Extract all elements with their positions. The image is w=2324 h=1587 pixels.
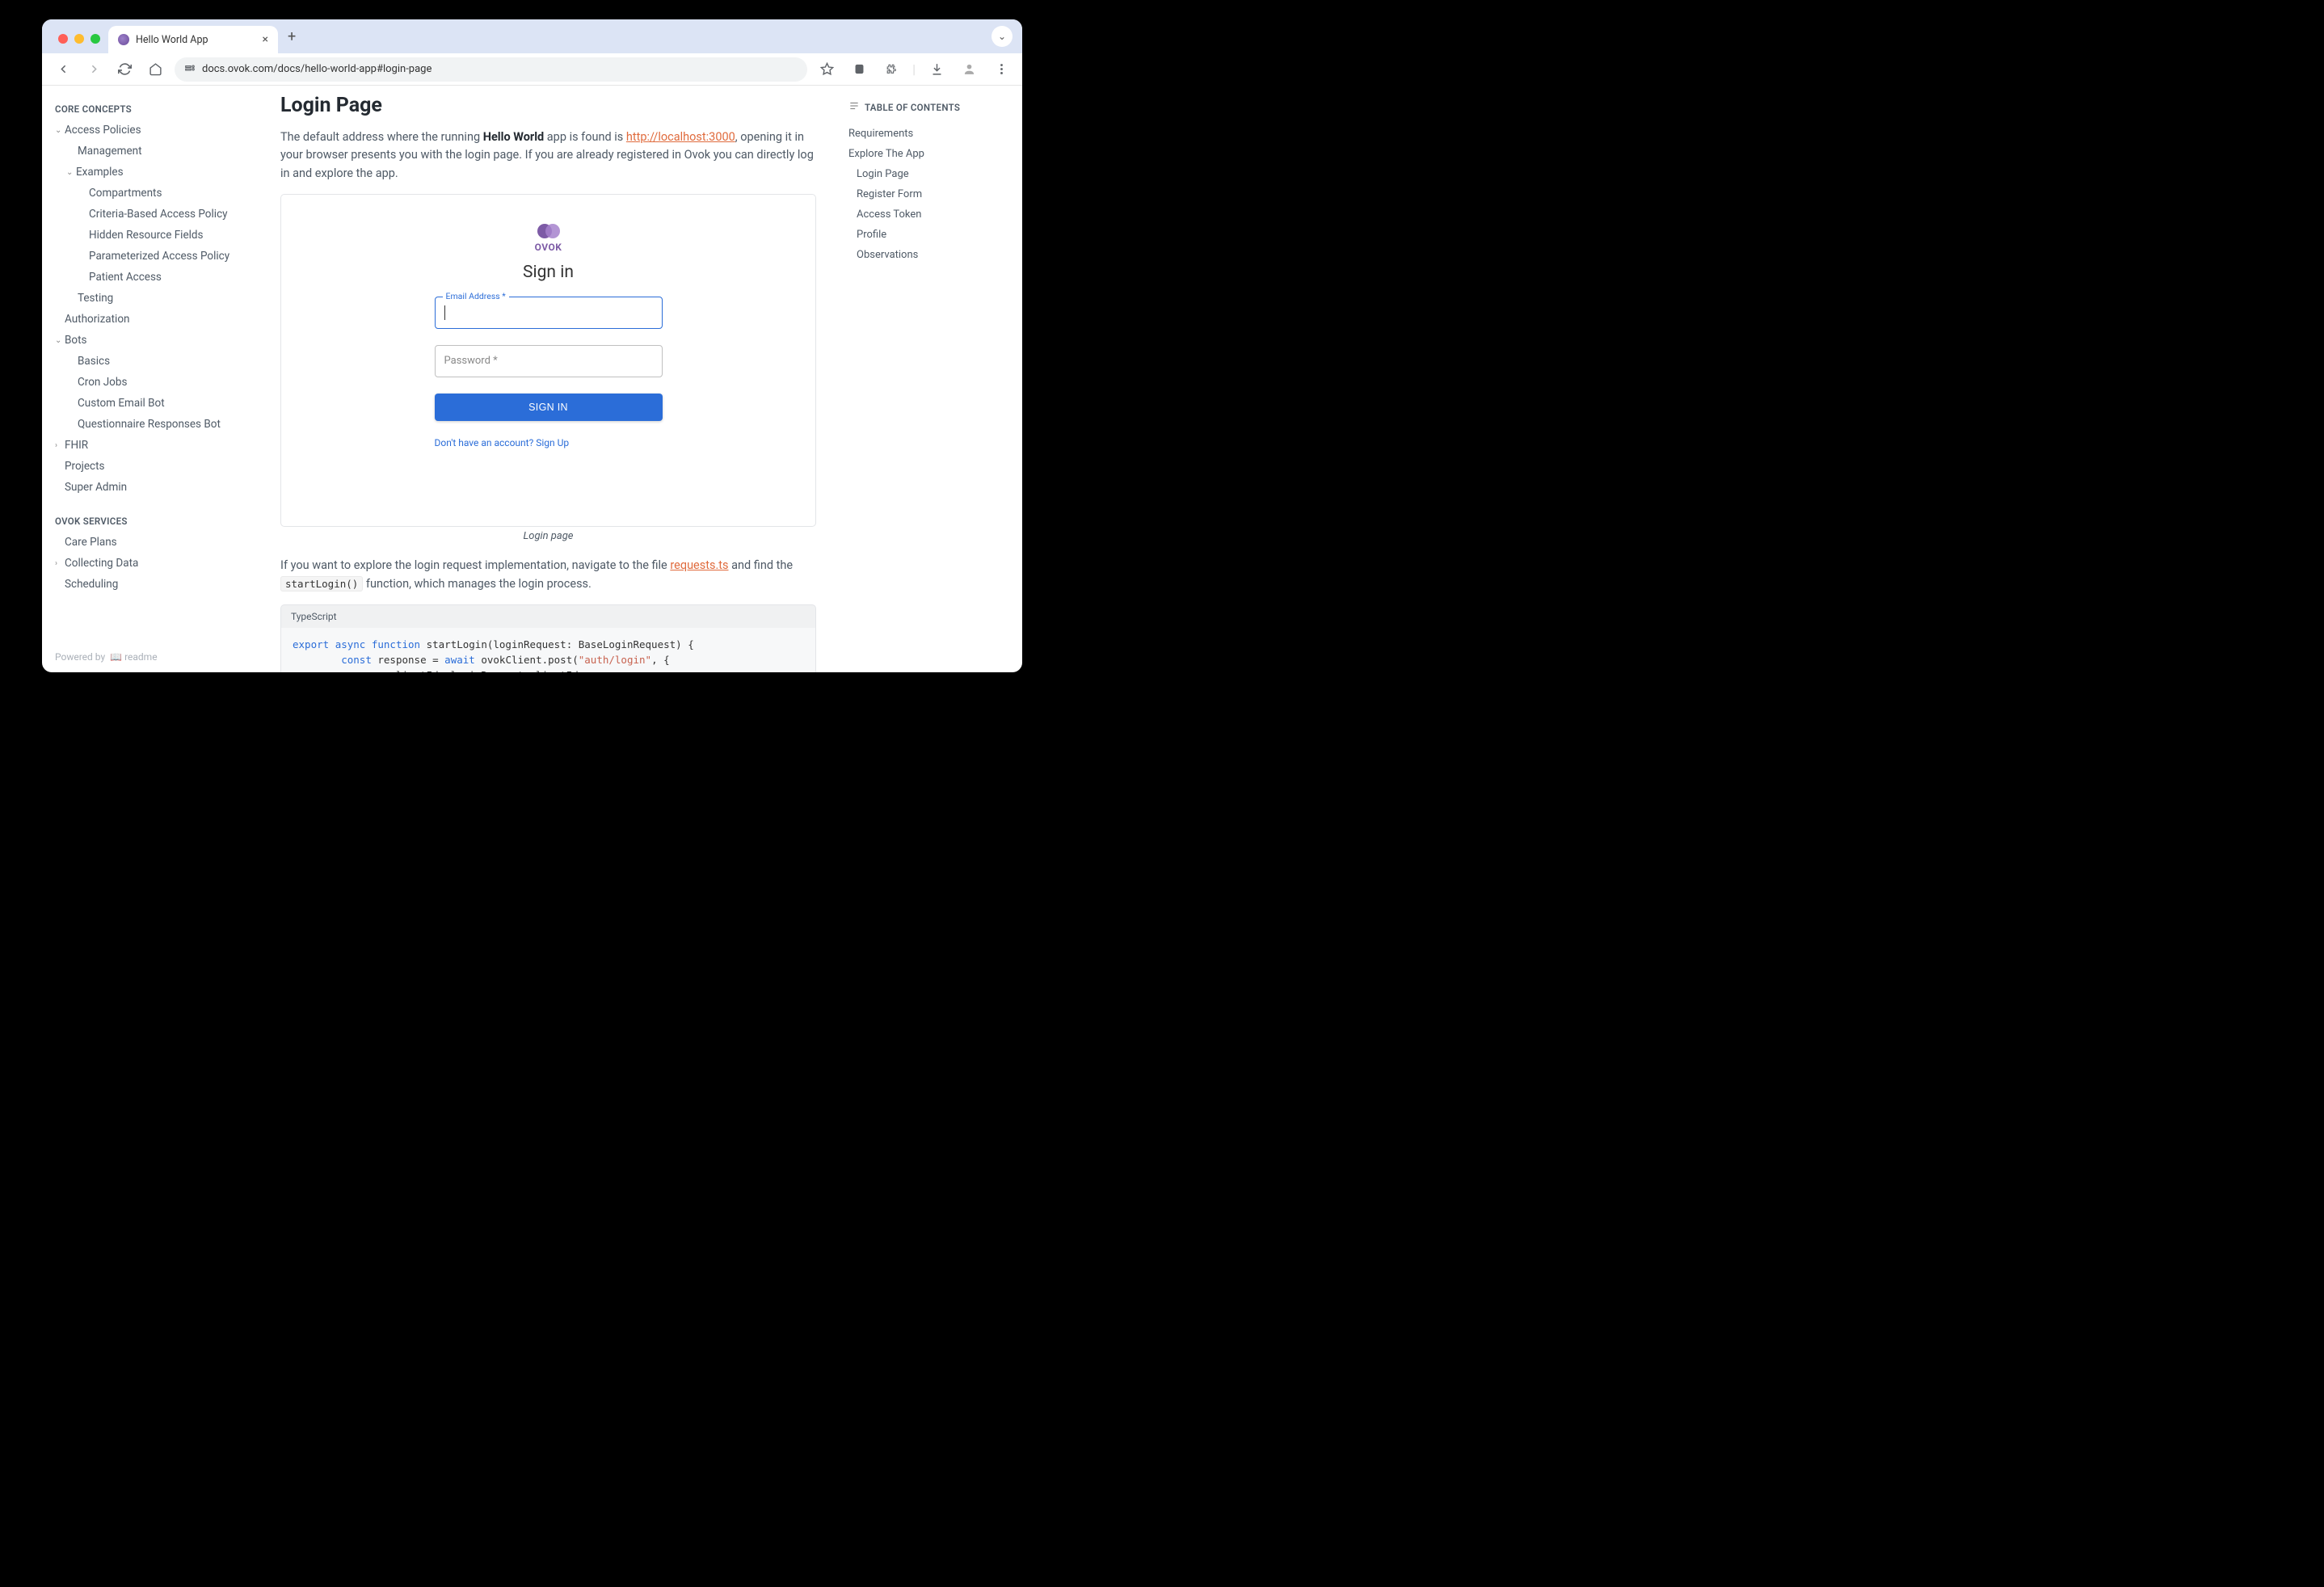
powered-by-footer[interactable]: Powered by 📖 readme — [55, 642, 256, 672]
sidebar-item-fhir[interactable]: ›FHIR — [55, 435, 256, 456]
inline-code-startlogin: startLogin() — [280, 576, 363, 591]
sidebar-item-bots[interactable]: ⌄Bots — [55, 330, 256, 351]
tab-overflow-button[interactable]: ⌄ — [991, 26, 1013, 47]
downloads-icon[interactable] — [925, 58, 948, 81]
toc-header: TABLE OF CONTENTS — [848, 100, 1009, 114]
password-placeholder: Password * — [444, 355, 498, 367]
toolbar-separator: | — [912, 61, 916, 77]
sidebar-item-super-admin[interactable]: Super Admin — [55, 477, 256, 498]
signin-title: Sign in — [523, 263, 574, 282]
chevron-down-icon: ⌄ — [55, 126, 63, 135]
sidebar-item-care-plans[interactable]: Care Plans — [55, 532, 256, 553]
localhost-link[interactable]: http://localhost:3000 — [626, 130, 735, 144]
back-button[interactable] — [52, 58, 74, 81]
text-cursor — [444, 305, 445, 320]
home-button[interactable] — [144, 58, 166, 81]
intro-paragraph: The default address where the running He… — [280, 128, 816, 183]
sidebar-item-criteria-based[interactable]: Criteria-Based Access Policy — [55, 204, 256, 225]
figure-caption: Login page — [280, 530, 816, 542]
tab-bar: Hello World App × + ⌄ — [42, 19, 1022, 53]
toc-item-requirements[interactable]: Requirements — [848, 124, 1009, 144]
toolbar-actions: | — [815, 58, 1013, 81]
site-info-icon[interactable] — [184, 62, 196, 76]
sidebar-item-management[interactable]: Management — [55, 141, 256, 162]
forward-button[interactable] — [82, 58, 105, 81]
sidebar-section-services: OVOK SERVICES — [55, 512, 256, 532]
signin-button[interactable]: SIGN IN — [435, 394, 663, 421]
browser-tab[interactable]: Hello World App × — [108, 26, 278, 53]
email-field[interactable]: Email Address * — [435, 297, 663, 329]
readme-logo: 📖 readme — [110, 651, 157, 663]
implementation-paragraph: If you want to explore the login request… — [280, 557, 816, 593]
chevron-down-icon: ⌄ — [55, 336, 63, 345]
maximize-window-button[interactable] — [91, 34, 100, 44]
window-controls — [52, 34, 108, 53]
signup-link[interactable]: Don't have an account? Sign Up — [435, 437, 663, 448]
sidebar: CORE CONCEPTS ⌄Access Policies Managemen… — [42, 86, 256, 672]
extensions-icon[interactable] — [880, 58, 903, 81]
requests-link[interactable]: requests.ts — [670, 558, 728, 572]
ovok-logo: OVOK — [535, 224, 562, 253]
bookmark-icon[interactable] — [815, 58, 838, 81]
tab-title: Hello World App — [136, 34, 208, 46]
code-block[interactable]: export async function startLogin(loginRe… — [280, 628, 816, 672]
toc-item-profile[interactable]: Profile — [848, 225, 1009, 245]
sidebar-item-questionnaire-bot[interactable]: Questionnaire Responses Bot — [55, 414, 256, 435]
sidebar-item-examples[interactable]: ⌄Examples — [55, 162, 256, 183]
close-window-button[interactable] — [58, 34, 68, 44]
toc-item-observations[interactable]: Observations — [848, 245, 1009, 265]
sidebar-item-scheduling[interactable]: Scheduling — [55, 574, 256, 595]
sidebar-item-collecting-data[interactable]: ›Collecting Data — [55, 553, 256, 574]
url-text: docs.ovok.com/docs/hello-world-app#login… — [202, 63, 432, 75]
sidebar-item-cron-jobs[interactable]: Cron Jobs — [55, 372, 256, 393]
sidebar-item-testing[interactable]: Testing — [55, 288, 256, 309]
page-content: CORE CONCEPTS ⌄Access Policies Managemen… — [42, 86, 1022, 672]
browser-window: Hello World App × + ⌄ docs.ovok.com/docs… — [42, 19, 1022, 672]
extension-icon-1[interactable] — [848, 58, 870, 81]
sidebar-item-access-policies[interactable]: ⌄Access Policies — [55, 120, 256, 141]
ovok-logo-icon — [537, 224, 560, 238]
tab-favicon — [118, 34, 129, 45]
sidebar-section-core: CORE CONCEPTS — [55, 100, 256, 120]
password-field[interactable]: Password * — [435, 345, 663, 377]
login-screenshot: OVOK Sign in Email Address * Password * … — [280, 194, 816, 527]
toc-item-register-form[interactable]: Register Form — [848, 184, 1009, 204]
toc-icon — [848, 100, 860, 114]
code-language-tab[interactable]: TypeScript — [280, 604, 816, 628]
sidebar-item-basics[interactable]: Basics — [55, 351, 256, 372]
chevron-down-icon: ⌄ — [66, 168, 74, 177]
toc-item-explore[interactable]: Explore The App — [848, 144, 1009, 164]
email-label: Email Address * — [443, 291, 509, 301]
menu-icon[interactable] — [990, 58, 1013, 81]
sidebar-item-parameterized[interactable]: Parameterized Access Policy — [55, 246, 256, 267]
address-bar[interactable]: docs.ovok.com/docs/hello-world-app#login… — [175, 57, 807, 82]
profile-icon[interactable] — [958, 58, 980, 81]
chevron-right-icon: › — [55, 559, 63, 568]
toc-item-access-token[interactable]: Access Token — [848, 204, 1009, 225]
sidebar-item-patient-access[interactable]: Patient Access — [55, 267, 256, 288]
login-form: Email Address * Password * SIGN IN Don't… — [435, 297, 663, 497]
page-heading: Login Page — [280, 94, 816, 117]
table-of-contents: TABLE OF CONTENTS Requirements Explore T… — [840, 86, 1022, 672]
browser-toolbar: docs.ovok.com/docs/hello-world-app#login… — [42, 53, 1022, 86]
minimize-window-button[interactable] — [74, 34, 84, 44]
toc-item-login-page[interactable]: Login Page — [848, 164, 1009, 184]
reload-button[interactable] — [113, 58, 136, 81]
new-tab-button[interactable]: + — [278, 28, 305, 53]
sidebar-item-projects[interactable]: Projects — [55, 456, 256, 477]
sidebar-item-custom-email-bot[interactable]: Custom Email Bot — [55, 393, 256, 414]
main-content: Login Page The default address where the… — [256, 86, 840, 672]
close-tab-icon[interactable]: × — [263, 33, 268, 46]
chevron-right-icon: › — [55, 441, 63, 450]
sidebar-item-authorization[interactable]: Authorization — [55, 309, 256, 330]
sidebar-item-compartments[interactable]: Compartments — [55, 183, 256, 204]
sidebar-item-hidden-resource[interactable]: Hidden Resource Fields — [55, 225, 256, 246]
